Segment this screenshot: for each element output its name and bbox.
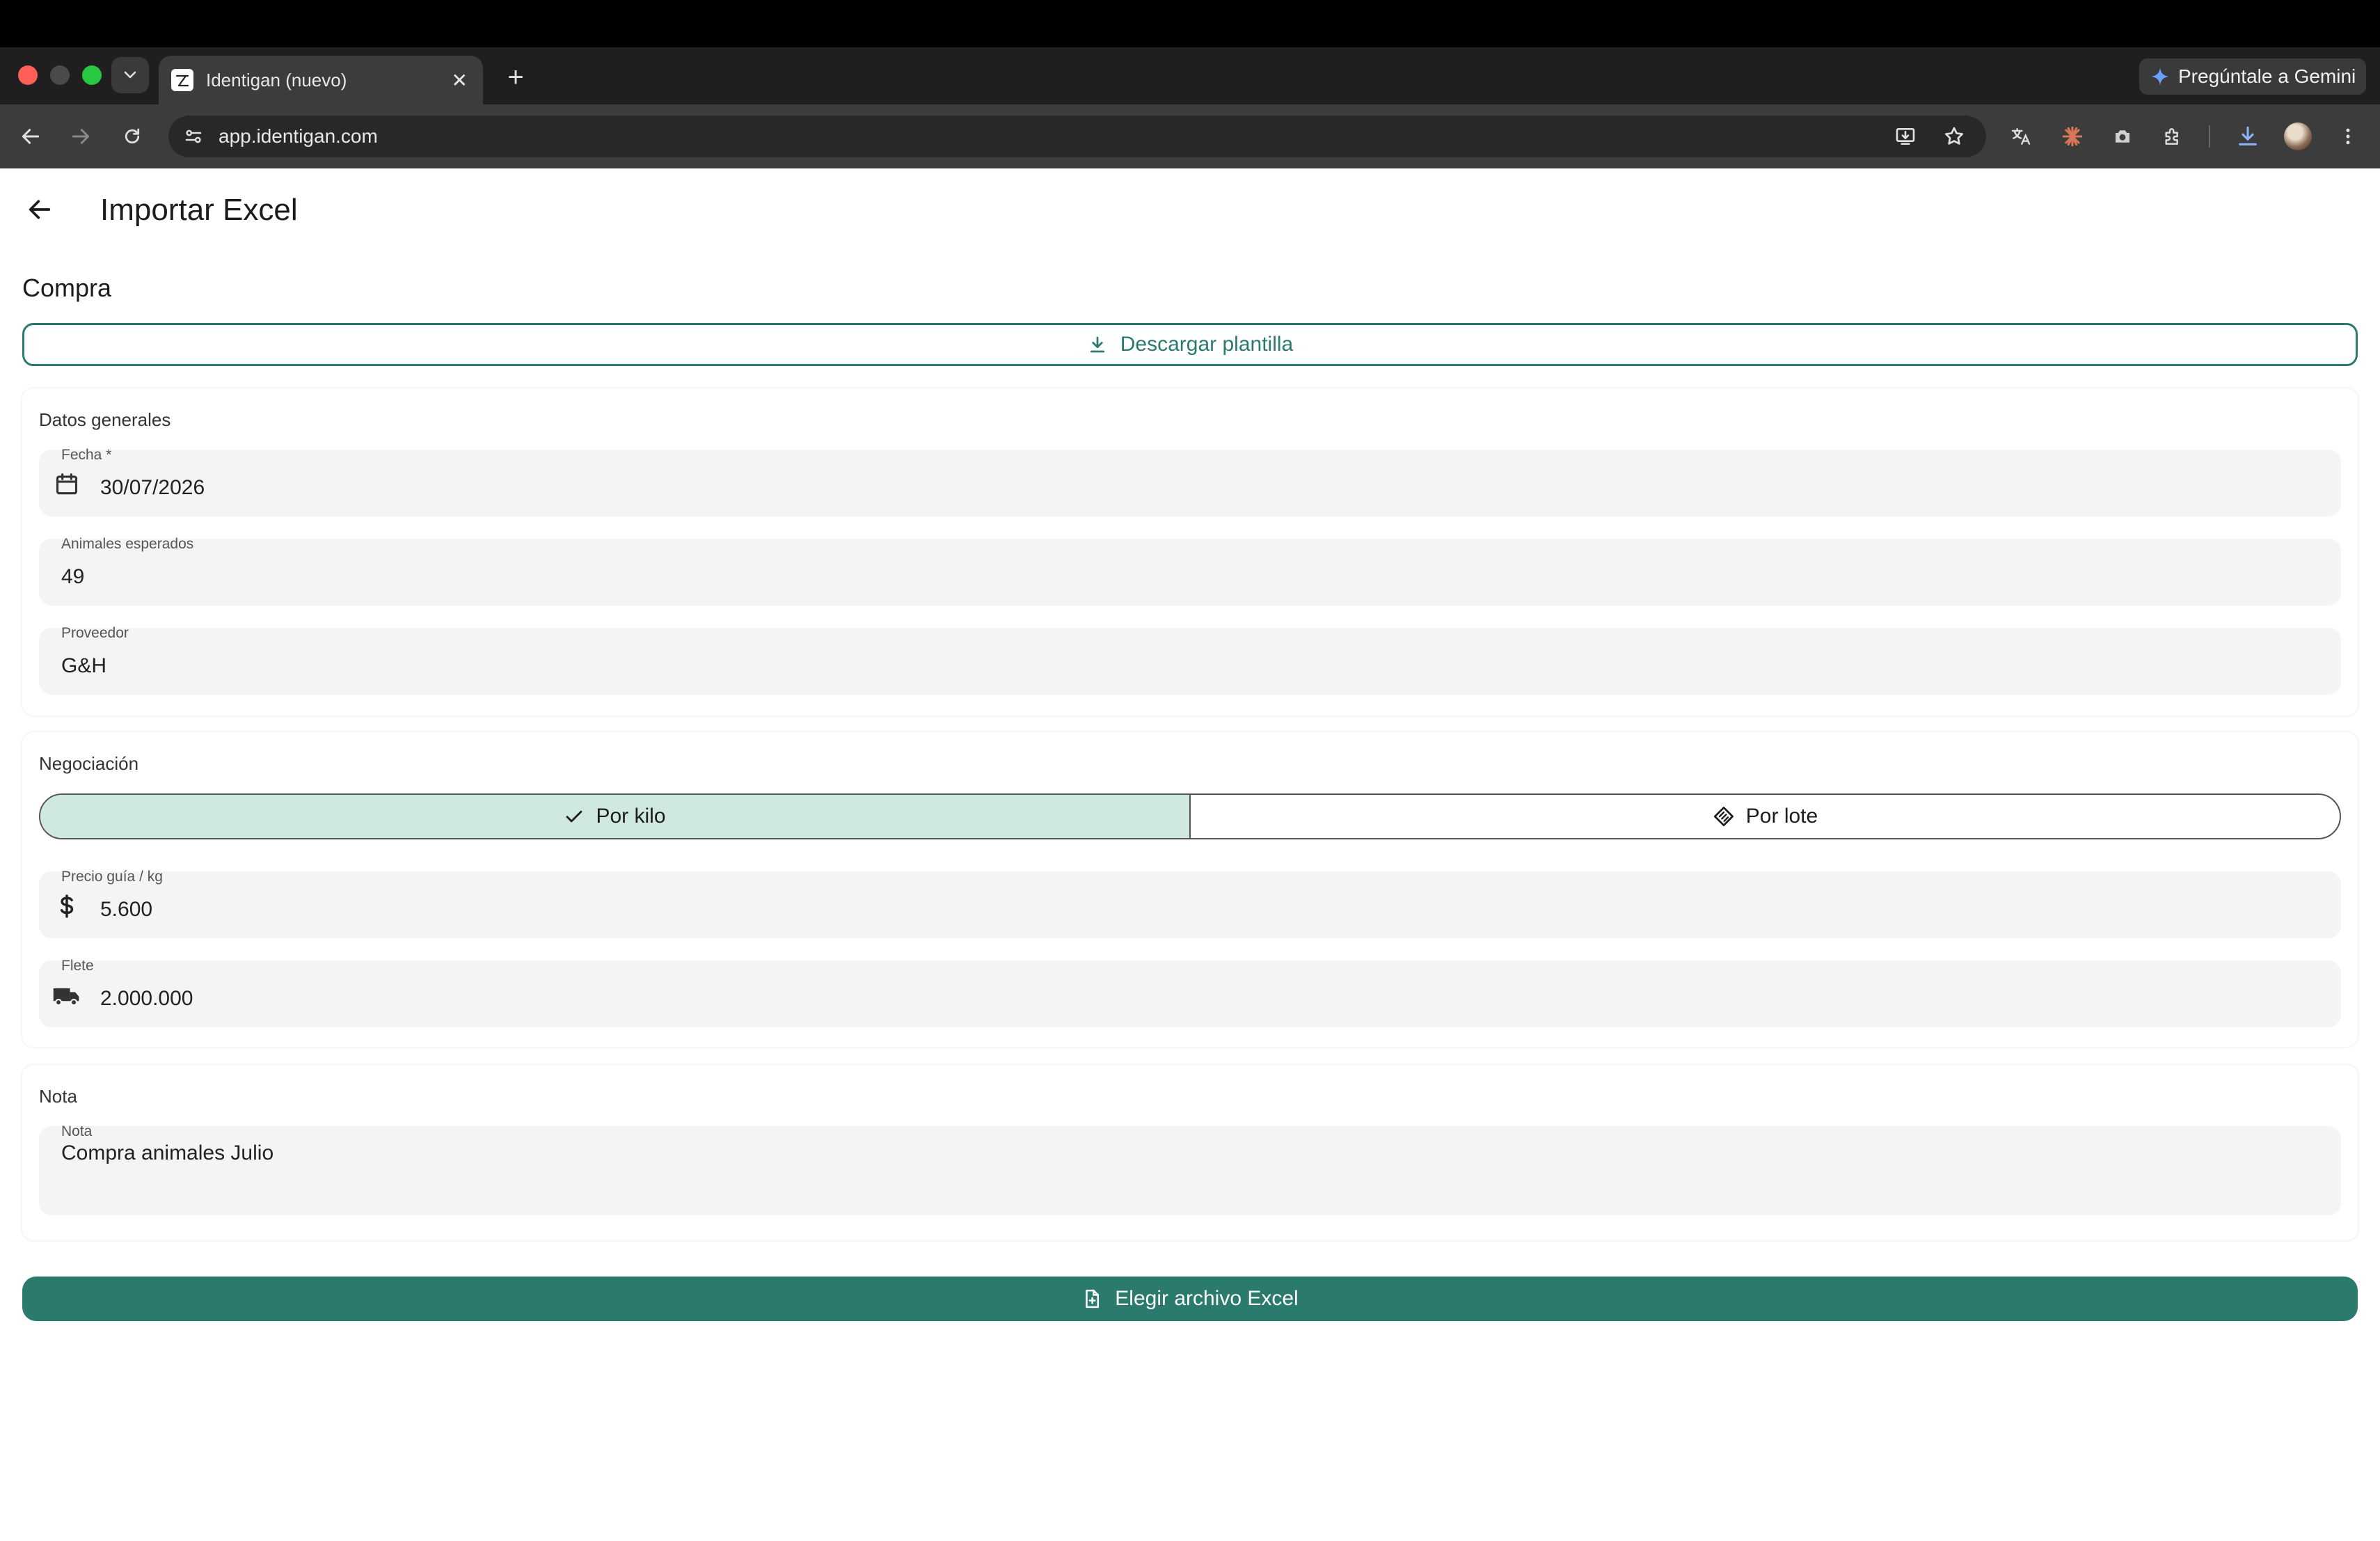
- negotiation-title: Negociación: [39, 753, 139, 774]
- dollar-icon: [51, 891, 82, 922]
- general-data-title: Datos generales: [39, 409, 171, 430]
- window-minimize-button[interactable]: [50, 65, 70, 85]
- url-text[interactable]: app.identigan.com: [219, 125, 1889, 148]
- window-zoom-button[interactable]: [82, 65, 102, 85]
- camera-extension-icon[interactable]: [2106, 120, 2139, 153]
- animales-value: 49: [61, 565, 85, 588]
- general-data-card: Datos generales Fecha * 30/07/2026 Anima…: [22, 388, 2358, 716]
- translate-extension-icon[interactable]: [2004, 120, 2038, 153]
- favicon-icon: [171, 69, 193, 91]
- extensions-puzzle-icon[interactable]: [2156, 120, 2189, 153]
- flete-label: Flete: [61, 958, 94, 974]
- arrow-right-icon: [72, 129, 90, 144]
- forward-button[interactable]: [64, 120, 97, 153]
- precio-value: 5.600: [100, 898, 153, 921]
- calendar-icon[interactable]: [51, 469, 82, 500]
- gemini-label: Pregúntale a Gemini: [2178, 65, 2356, 87]
- flete-field[interactable]: Flete 2.000.000: [39, 958, 2341, 1027]
- animales-field[interactable]: Animales esperados 49: [39, 536, 2341, 606]
- choose-excel-file-button[interactable]: Elegir archivo Excel: [22, 1277, 2358, 1321]
- precio-field[interactable]: Precio guía / kg 5.600: [39, 869, 2341, 938]
- toolbar-separator: [2209, 125, 2210, 148]
- fecha-label: Fecha *: [61, 447, 112, 463]
- new-tab-button[interactable]: +: [498, 60, 533, 95]
- tag-icon: [1713, 805, 1735, 828]
- truck-icon: [51, 980, 82, 1011]
- negotiation-segmented-control: Por kilo Por lote: [39, 793, 2341, 839]
- proveedor-label: Proveedor: [61, 625, 129, 641]
- browser-menu-icon[interactable]: [2331, 120, 2365, 153]
- tab-title: Identigan (nuevo): [206, 69, 347, 90]
- proveedor-value: G&H: [61, 654, 107, 677]
- file-add-icon: [1081, 1288, 1102, 1309]
- nota-label: Nota: [61, 1123, 93, 1139]
- tab-close-icon[interactable]: ✕: [452, 69, 468, 92]
- negotiation-card: Negociación Por kilo Por lote Precio guí…: [22, 732, 2358, 1047]
- segment-por-kilo-label: Por kilo: [596, 805, 666, 828]
- app-back-button[interactable]: [21, 191, 58, 228]
- gemini-star-icon: [2151, 68, 2169, 86]
- animales-label: Animales esperados: [61, 536, 194, 552]
- nota-value: Compra animales Julio: [61, 1141, 274, 1164]
- fecha-field[interactable]: Fecha * 30/07/2026: [39, 447, 2341, 516]
- browser-tab[interactable]: Identigan (nuevo) ✕: [159, 56, 483, 104]
- fecha-value: 30/07/2026: [100, 476, 205, 499]
- segment-por-lote[interactable]: Por lote: [1191, 795, 2340, 838]
- section-title: Compra: [22, 274, 112, 302]
- reload-button[interactable]: [116, 120, 149, 153]
- arrow-left-icon: [22, 129, 40, 144]
- choose-excel-file-label: Elegir archivo Excel: [1115, 1287, 1299, 1310]
- segment-por-kilo[interactable]: Por kilo: [40, 795, 1191, 838]
- download-template-button[interactable]: Descargar plantilla: [22, 323, 2358, 366]
- segment-por-lote-label: Por lote: [1745, 805, 1818, 828]
- note-card: Nota Nota Compra animales Julio: [22, 1065, 2358, 1240]
- address-bar[interactable]: app.identigan.com: [168, 116, 1986, 157]
- note-title: Nota: [39, 1086, 77, 1107]
- precio-label: Precio guía / kg: [61, 869, 163, 885]
- gemini-button[interactable]: Pregúntale a Gemini: [2139, 58, 2366, 95]
- claude-extension-icon[interactable]: [2056, 120, 2089, 153]
- chevron-down-icon: [124, 71, 136, 79]
- window-close-button[interactable]: [18, 65, 38, 85]
- download-icon: [1087, 334, 1108, 355]
- flete-value: 2.000.000: [100, 987, 193, 1010]
- profile-avatar[interactable]: [2284, 123, 2312, 150]
- proveedor-field[interactable]: Proveedor G&H: [39, 625, 2341, 695]
- check-icon: [564, 806, 585, 827]
- nota-field[interactable]: Nota Compra animales Julio: [39, 1123, 2341, 1215]
- install-app-icon[interactable]: [1889, 120, 1922, 153]
- back-button[interactable]: [14, 120, 47, 153]
- site-settings-icon[interactable]: [181, 124, 206, 149]
- tab-search-button[interactable]: [111, 57, 149, 93]
- screen-top-bar: [0, 0, 2380, 47]
- reload-icon: [125, 128, 140, 144]
- arrow-left-icon: [29, 200, 51, 219]
- bookmark-star-icon[interactable]: [1937, 120, 1971, 153]
- download-template-label: Descargar plantilla: [1120, 333, 1294, 356]
- downloads-icon[interactable]: [2231, 120, 2264, 153]
- page-title: Importar Excel: [100, 193, 298, 227]
